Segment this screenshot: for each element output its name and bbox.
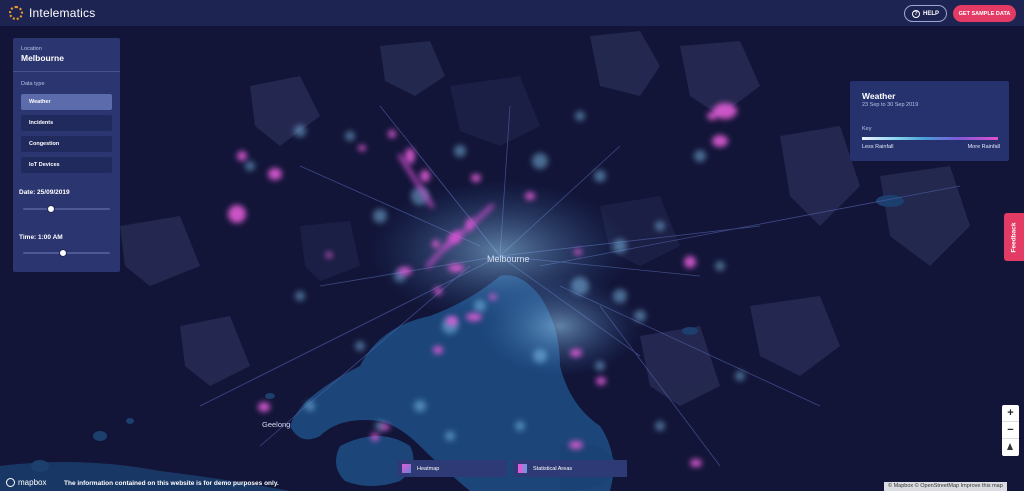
data-type-weather-button[interactable]: Weather [21, 94, 112, 110]
statistical-areas-swatch-icon [518, 464, 527, 473]
weather-date-range: 23 Sep to 30 Sep 2019 [862, 102, 919, 108]
data-type-congestion-button[interactable]: Congestion [21, 136, 112, 152]
weather-panel: Weather 23 Sep to 30 Sep 2019 Key Less R… [850, 81, 1009, 161]
map-label-melbourne: Melbourne [487, 254, 530, 264]
help-label: HELP [922, 10, 939, 17]
data-type-caption: Data type [21, 81, 45, 87]
heatmap-swatch-icon [402, 464, 411, 473]
app-root: Intelematics ? HELP GET SAMPLE DATA Melb… [0, 0, 1024, 491]
feedback-tab[interactable]: Feedback [1004, 213, 1024, 261]
rainfall-gradient-bar [862, 137, 998, 140]
legend-statistical-areas[interactable]: Statistical Areas [513, 460, 627, 477]
zoom-in-button[interactable]: + [1002, 405, 1019, 422]
get-sample-data-button[interactable]: GET SAMPLE DATA [953, 5, 1016, 22]
date-slider[interactable] [23, 205, 110, 213]
top-bar: Intelematics ? HELP GET SAMPLE DATA [0, 0, 1024, 26]
legend-heatmap[interactable]: Heatmap [397, 460, 507, 477]
zoom-out-button[interactable]: − [1002, 422, 1019, 439]
demo-disclaimer: The information contained on this websit… [64, 480, 279, 487]
legend-statistical-label: Statistical Areas [533, 465, 573, 472]
intelematics-logo-icon [9, 6, 23, 20]
data-type-iot-devices-button[interactable]: IoT Devices [21, 157, 112, 173]
brand-name: Intelematics [29, 6, 96, 20]
location-caption: Location [21, 46, 42, 52]
panel-divider [13, 71, 120, 72]
compass-icon[interactable] [1007, 443, 1013, 450]
mapbox-wordmark: mapbox [18, 478, 47, 487]
less-rainfall-label: Less Rainfall [862, 144, 894, 150]
time-slider-thumb[interactable] [58, 249, 67, 257]
legend-heatmap-label: Heatmap [417, 465, 440, 472]
mapbox-logo-icon [6, 478, 15, 487]
weather-key-label: Key [862, 126, 872, 132]
time-label: Time: 1:00 AM [19, 234, 63, 241]
mapbox-logo[interactable]: mapbox [6, 478, 46, 487]
map-attribution[interactable]: © Mapbox © OpenStreetMap Improve this ma… [884, 482, 1007, 491]
help-button[interactable]: ? HELP [904, 5, 947, 22]
feedback-label: Feedback [1010, 222, 1018, 252]
date-label: Date: 25/09/2019 [19, 189, 70, 196]
zoom-controls: + − [1002, 405, 1019, 456]
date-slider-thumb[interactable] [46, 205, 55, 213]
brand-logo[interactable]: Intelematics [9, 6, 95, 20]
data-type-incidents-button[interactable]: Incidents [21, 115, 112, 131]
more-rainfall-label: More Rainfall [967, 144, 1000, 150]
location-value[interactable]: Melbourne [21, 53, 64, 63]
map-label-geelong: Geelong [262, 420, 291, 429]
time-slider[interactable] [23, 249, 110, 257]
control-panel: Location Melbourne Data type Weather Inc… [13, 38, 120, 272]
weather-title: Weather [862, 91, 896, 101]
question-icon: ? [911, 9, 920, 18]
